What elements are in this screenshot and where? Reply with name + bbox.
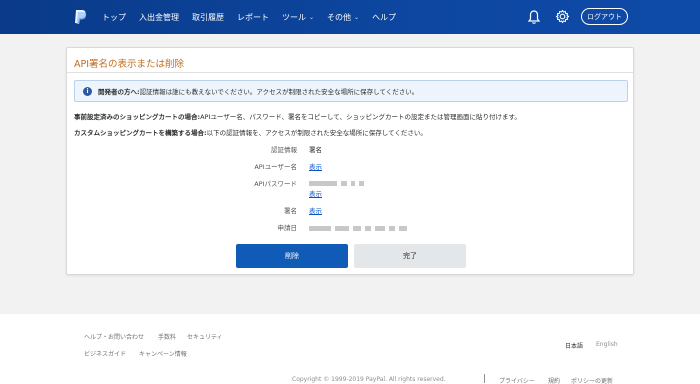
delete-button[interactable]: 削除	[236, 244, 348, 268]
nav-item-more[interactable]: その他 ⌄	[327, 12, 359, 23]
footer-link-business-guide[interactable]: ビジネスガイド	[84, 349, 126, 358]
footer-divider	[484, 374, 485, 383]
nav-item-activity[interactable]: 取引履歴	[192, 12, 224, 23]
signature-label: 署名	[284, 207, 297, 215]
footer: ヘルプ・お問い合わせ 手数料 セキュリティ ビジネスガイド キャンペーン情報 日…	[0, 314, 700, 384]
show-password-link[interactable]: 表示	[309, 188, 322, 198]
language-english[interactable]: English	[596, 341, 618, 348]
notification-bell-icon[interactable]	[527, 9, 541, 25]
username-label: APIユーザー名	[254, 163, 297, 171]
chevron-down-icon: ⌄	[354, 13, 360, 21]
nav-item-money[interactable]: 入出金管理	[139, 12, 179, 23]
credential-label: 認証情報	[271, 146, 297, 154]
show-signature-link[interactable]: 表示	[309, 205, 322, 215]
footer-link-fees[interactable]: 手数料	[158, 332, 176, 341]
main-nav: トップ 入出金管理 取引履歴 レポート ツール ⌄ その他 ⌄ ヘルプ	[102, 0, 409, 34]
copyright-text: Copyright © 1999-2019 PayPal. All rights…	[292, 376, 446, 383]
footer-link-campaigns[interactable]: キャンペーン情報	[139, 349, 187, 358]
custom-cart-instruction: カスタムショッピングカートを構築する場合:以下の認証情報を、アクセスが制限された…	[74, 129, 427, 137]
footer-link-terms[interactable]: 規約	[548, 376, 560, 384]
nav-item-reports[interactable]: レポート	[237, 12, 269, 23]
notice-heading: 開発者の方へ:	[98, 88, 140, 96]
preset-cart-instruction: 事前設定済みのショッピングカートの場合:APIユーザー名、パスワード、署名をコピ…	[74, 113, 521, 121]
paypal-logo-icon[interactable]	[73, 9, 87, 25]
footer-link-policy-updates[interactable]: ポリシーの更新	[571, 376, 613, 384]
top-navigation-bar: トップ 入出金管理 取引履歴 レポート ツール ⌄ その他 ⌄ ヘルプ ログアウト	[0, 0, 700, 34]
info-icon: i	[83, 86, 92, 96]
notice-text: 認証情報は誰にも教えないでください。アクセスが制限された安全な場所に保存してくだ…	[139, 88, 419, 96]
api-signature-card: API署名の表示または削除 i 開発者の方へ: 認証情報は誰にも教えないでくださ…	[66, 47, 634, 275]
title-divider	[67, 72, 633, 73]
settings-gear-icon[interactable]	[555, 9, 570, 24]
footer-link-privacy[interactable]: プライバシー	[499, 376, 535, 384]
page-title: API署名の表示または削除	[74, 59, 185, 70]
developer-notice: i 開発者の方へ: 認証情報は誰にも教えないでください。アクセスが制限された安全…	[74, 80, 628, 102]
chevron-down-icon: ⌄	[309, 13, 315, 21]
footer-link-help[interactable]: ヘルプ・お問い合わせ	[84, 332, 144, 341]
credential-value: 署名	[309, 146, 322, 154]
request-date-redacted	[309, 224, 411, 232]
password-redacted	[309, 179, 368, 187]
password-label: APIパスワード	[254, 180, 297, 188]
show-username-link[interactable]: 表示	[309, 161, 322, 171]
done-button[interactable]: 完了	[354, 244, 466, 268]
footer-link-security[interactable]: セキュリティ	[187, 332, 223, 341]
nav-item-tools[interactable]: ツール ⌄	[282, 12, 314, 23]
nav-item-help[interactable]: ヘルプ	[372, 12, 396, 23]
language-japanese[interactable]: 日本語	[565, 341, 583, 350]
logout-button[interactable]: ログアウト	[581, 8, 628, 25]
nav-item-top[interactable]: トップ	[102, 12, 126, 23]
request-date-label: 申請日	[277, 224, 298, 232]
